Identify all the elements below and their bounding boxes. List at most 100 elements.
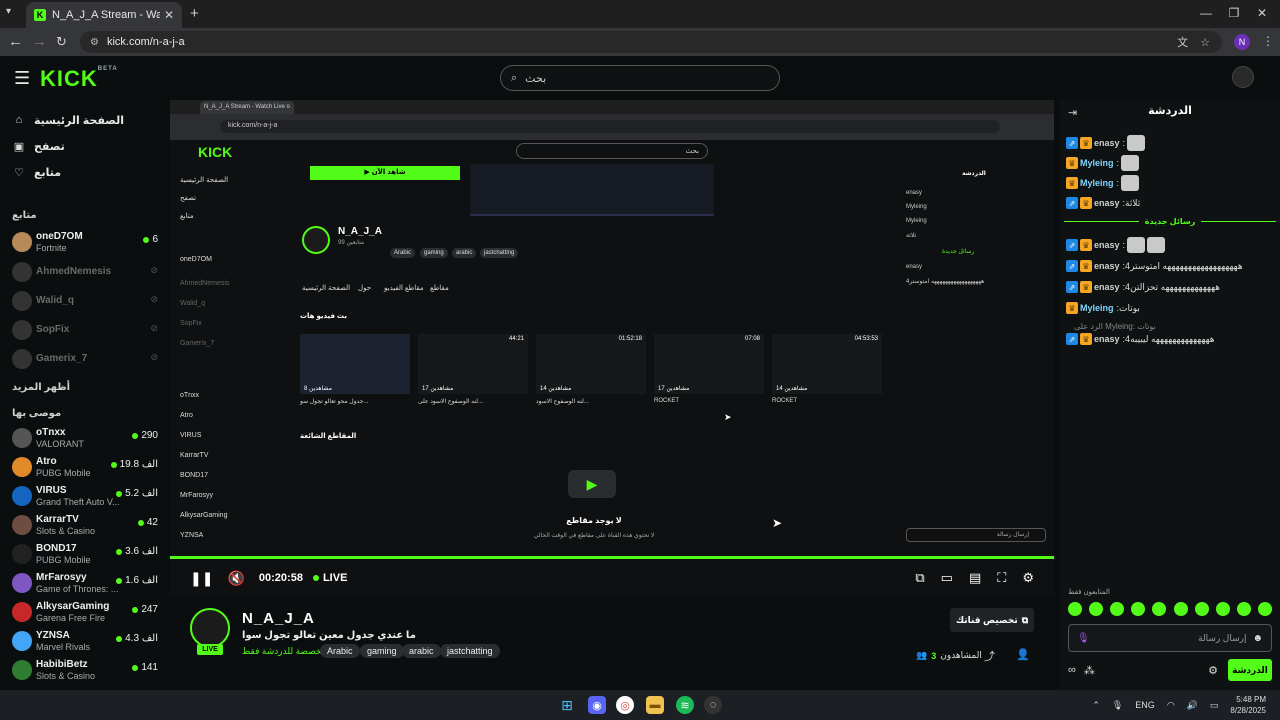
channel-item[interactable]: Atro PUBG Mobile 19.8 الف — [12, 455, 162, 481]
settings-gear-icon[interactable]: ⚙ — [1022, 570, 1034, 586]
emote-icon[interactable] — [1068, 602, 1082, 616]
tag-chip[interactable]: Arabic — [320, 644, 360, 658]
send-chat-button[interactable]: الدردشة — [1228, 659, 1272, 681]
pause-icon[interactable]: ❚❚ — [190, 570, 213, 587]
emote-icon[interactable] — [1215, 602, 1230, 616]
infinity-icon[interactable]: ∞ — [1068, 664, 1076, 676]
address-bar[interactable]: ⚙ kick.com/n-a-j-a 文 ☆ — [80, 31, 1222, 53]
captured-thumb-title: جدول محو تعالو تجول سو... — [300, 399, 369, 405]
volume-icon[interactable]: 🔊 — [1187, 700, 1198, 711]
chat-username[interactable]: enasy — [1094, 261, 1120, 271]
chat-message-input[interactable]: 🎙 إرسال رسالة ☻ — [1068, 624, 1272, 652]
emote-icon[interactable] — [1110, 602, 1125, 616]
theater-mode-icon[interactable]: ▭ — [941, 570, 953, 586]
chat-username[interactable]: enasy — [1094, 240, 1120, 250]
channel-item[interactable]: oneD7OM Fortnite 6 — [12, 230, 162, 256]
streamer-name[interactable]: N_A_J_A — [242, 610, 315, 627]
channel-item[interactable]: AhmedNemesis ⊘ — [12, 260, 162, 286]
emote-icon[interactable] — [1152, 602, 1167, 616]
emote-icon[interactable] — [1236, 602, 1251, 616]
captured-no-clips-sub: لا تحتوي هذه القناة على مقاطع في الوقت ا… — [533, 533, 655, 539]
chat-username[interactable]: enasy — [1094, 334, 1120, 344]
user-avatar[interactable] — [1232, 66, 1254, 88]
emote-icon[interactable] — [1131, 602, 1146, 616]
clock[interactable]: 5:48 PM 8/28/2025 — [1230, 694, 1266, 716]
new-messages-divider[interactable]: رسائل جديدة — [1060, 217, 1280, 226]
share-icon[interactable]: ⤴ — [984, 648, 995, 664]
channel-item[interactable]: AlkysarGaming Garena Free Fire 247 — [12, 600, 162, 626]
browser-menu-icon[interactable]: ⋮ — [1262, 34, 1274, 48]
users-icon[interactable]: ⁂ — [1084, 664, 1095, 677]
profile-avatar-icon[interactable]: N — [1234, 34, 1250, 50]
sidebar-item-browse[interactable]: ▣ تصفح — [12, 136, 162, 156]
microphone-tray-icon[interactable]: 🎙 — [1112, 700, 1123, 711]
battery-icon[interactable]: ▭ — [1210, 700, 1219, 711]
reload-icon[interactable]: ↻ — [56, 34, 67, 50]
new-tab-icon[interactable]: + — [190, 5, 199, 22]
microphone-icon[interactable]: 🎙 — [1077, 633, 1090, 644]
channel-item[interactable]: HabibiBetz Slots & Casino 141 — [12, 658, 162, 684]
emote-icon[interactable] — [1089, 602, 1104, 616]
menu-icon[interactable]: ☰ — [14, 68, 30, 89]
chat-username[interactable]: Myleing — [1080, 178, 1114, 188]
kick-logo[interactable]: KICKBETA — [40, 66, 118, 92]
follow-user-icon[interactable]: 👤 — [1016, 648, 1030, 661]
customize-channel-button[interactable]: تخصيص قناتك ⧉ — [950, 608, 1034, 632]
bookmark-star-icon[interactable]: ☆ — [1200, 36, 1210, 49]
spotify-icon[interactable]: ≋ — [676, 696, 694, 714]
file-explorer-icon[interactable]: ▬ — [646, 696, 664, 714]
fullscreen-icon[interactable]: ⛶ — [997, 570, 1006, 586]
channel-item[interactable]: Walid_q ⊘ — [12, 289, 162, 315]
discord-icon[interactable]: ◉ — [588, 696, 606, 714]
progress-bar[interactable] — [170, 556, 1054, 559]
tag-chip[interactable]: arabic — [402, 644, 441, 658]
channel-item[interactable]: BOND17 PUBG Mobile 3.6 الف — [12, 542, 162, 568]
tag-chip[interactable]: jastchatting — [440, 644, 500, 658]
chat-settings-icon[interactable]: ⚙ — [1208, 664, 1218, 677]
emote-icon[interactable] — [1194, 602, 1209, 616]
site-info-icon[interactable]: ⚙ — [90, 37, 99, 48]
obs-icon[interactable]: ◌ — [704, 696, 722, 714]
chat-username[interactable]: enasy — [1094, 282, 1120, 292]
channel-item[interactable]: KarrarTV Slots & Casino 42 — [12, 513, 162, 539]
tray-chevron-icon[interactable]: ⌃ — [1092, 700, 1100, 711]
tag-chip[interactable]: gaming — [360, 644, 404, 658]
sidebar-item-following[interactable]: ♡ متابع — [12, 162, 162, 182]
captured-channel: AlkysarGaming — [180, 512, 228, 519]
emote-icon[interactable] — [1173, 602, 1188, 616]
chat-username[interactable]: enasy — [1094, 138, 1120, 148]
chat-username[interactable]: Myleing — [1080, 303, 1114, 313]
clip-icon[interactable]: ▤ — [969, 570, 981, 586]
browser-tab[interactable]: K N_A_J_A Stream - Watch Live o ✕ — [26, 2, 182, 28]
video-player[interactable]: N_A_J_A Stream - Watch Live o kick.com/n… — [170, 100, 1054, 594]
emote-icon[interactable] — [1257, 602, 1272, 616]
language-indicator[interactable]: ENG — [1135, 700, 1155, 710]
channel-item[interactable]: VIRUS Grand Theft Auto V... 5.2 الف — [12, 484, 162, 510]
chat-username[interactable]: Myleing — [1080, 158, 1114, 168]
close-tab-icon[interactable]: ✕ — [164, 8, 174, 22]
restore-icon[interactable]: ❐ — [1224, 6, 1244, 20]
channel-item[interactable]: MrFarosyy Game of Thrones: ... 1.6 الف — [12, 571, 162, 597]
tab-search-icon[interactable]: ▾ — [6, 6, 11, 17]
sidebar-item-home[interactable]: ⌂ الصفحة الرئيسية — [12, 110, 162, 130]
mini-player-icon[interactable]: ⧉ — [915, 570, 924, 586]
close-window-icon[interactable]: ✕ — [1252, 6, 1272, 20]
mute-icon[interactable]: 🔇 — [227, 570, 244, 587]
show-more-link[interactable]: أظهر المزيد — [12, 382, 70, 393]
channel-item[interactable]: oTnxx VALORANT 290 — [12, 426, 162, 452]
search-input[interactable]: ⌕ بحث — [500, 65, 780, 91]
live-dot-icon — [116, 577, 123, 584]
emoji-picker-icon[interactable]: ☻ — [1252, 633, 1263, 644]
start-menu-icon[interactable]: ⊞ — [558, 696, 576, 714]
channel-item[interactable]: SopFix ⊘ — [12, 318, 162, 344]
channel-item[interactable]: Gamerix_7 ⊘ — [12, 347, 162, 373]
chrome-icon[interactable]: ◎ — [616, 696, 634, 714]
chat-username[interactable]: enasy — [1094, 198, 1120, 208]
channel-item[interactable]: YZNSA Marvel Rivals 4.3 الف — [12, 629, 162, 655]
back-icon[interactable]: ← — [8, 33, 23, 50]
minimize-icon[interactable]: — — [1196, 6, 1216, 20]
streamer-avatar[interactable] — [190, 608, 230, 648]
forward-icon[interactable]: → — [32, 33, 47, 50]
wifi-icon[interactable]: ◠ — [1167, 700, 1175, 711]
translate-icon[interactable]: 文 — [1177, 34, 1188, 50]
